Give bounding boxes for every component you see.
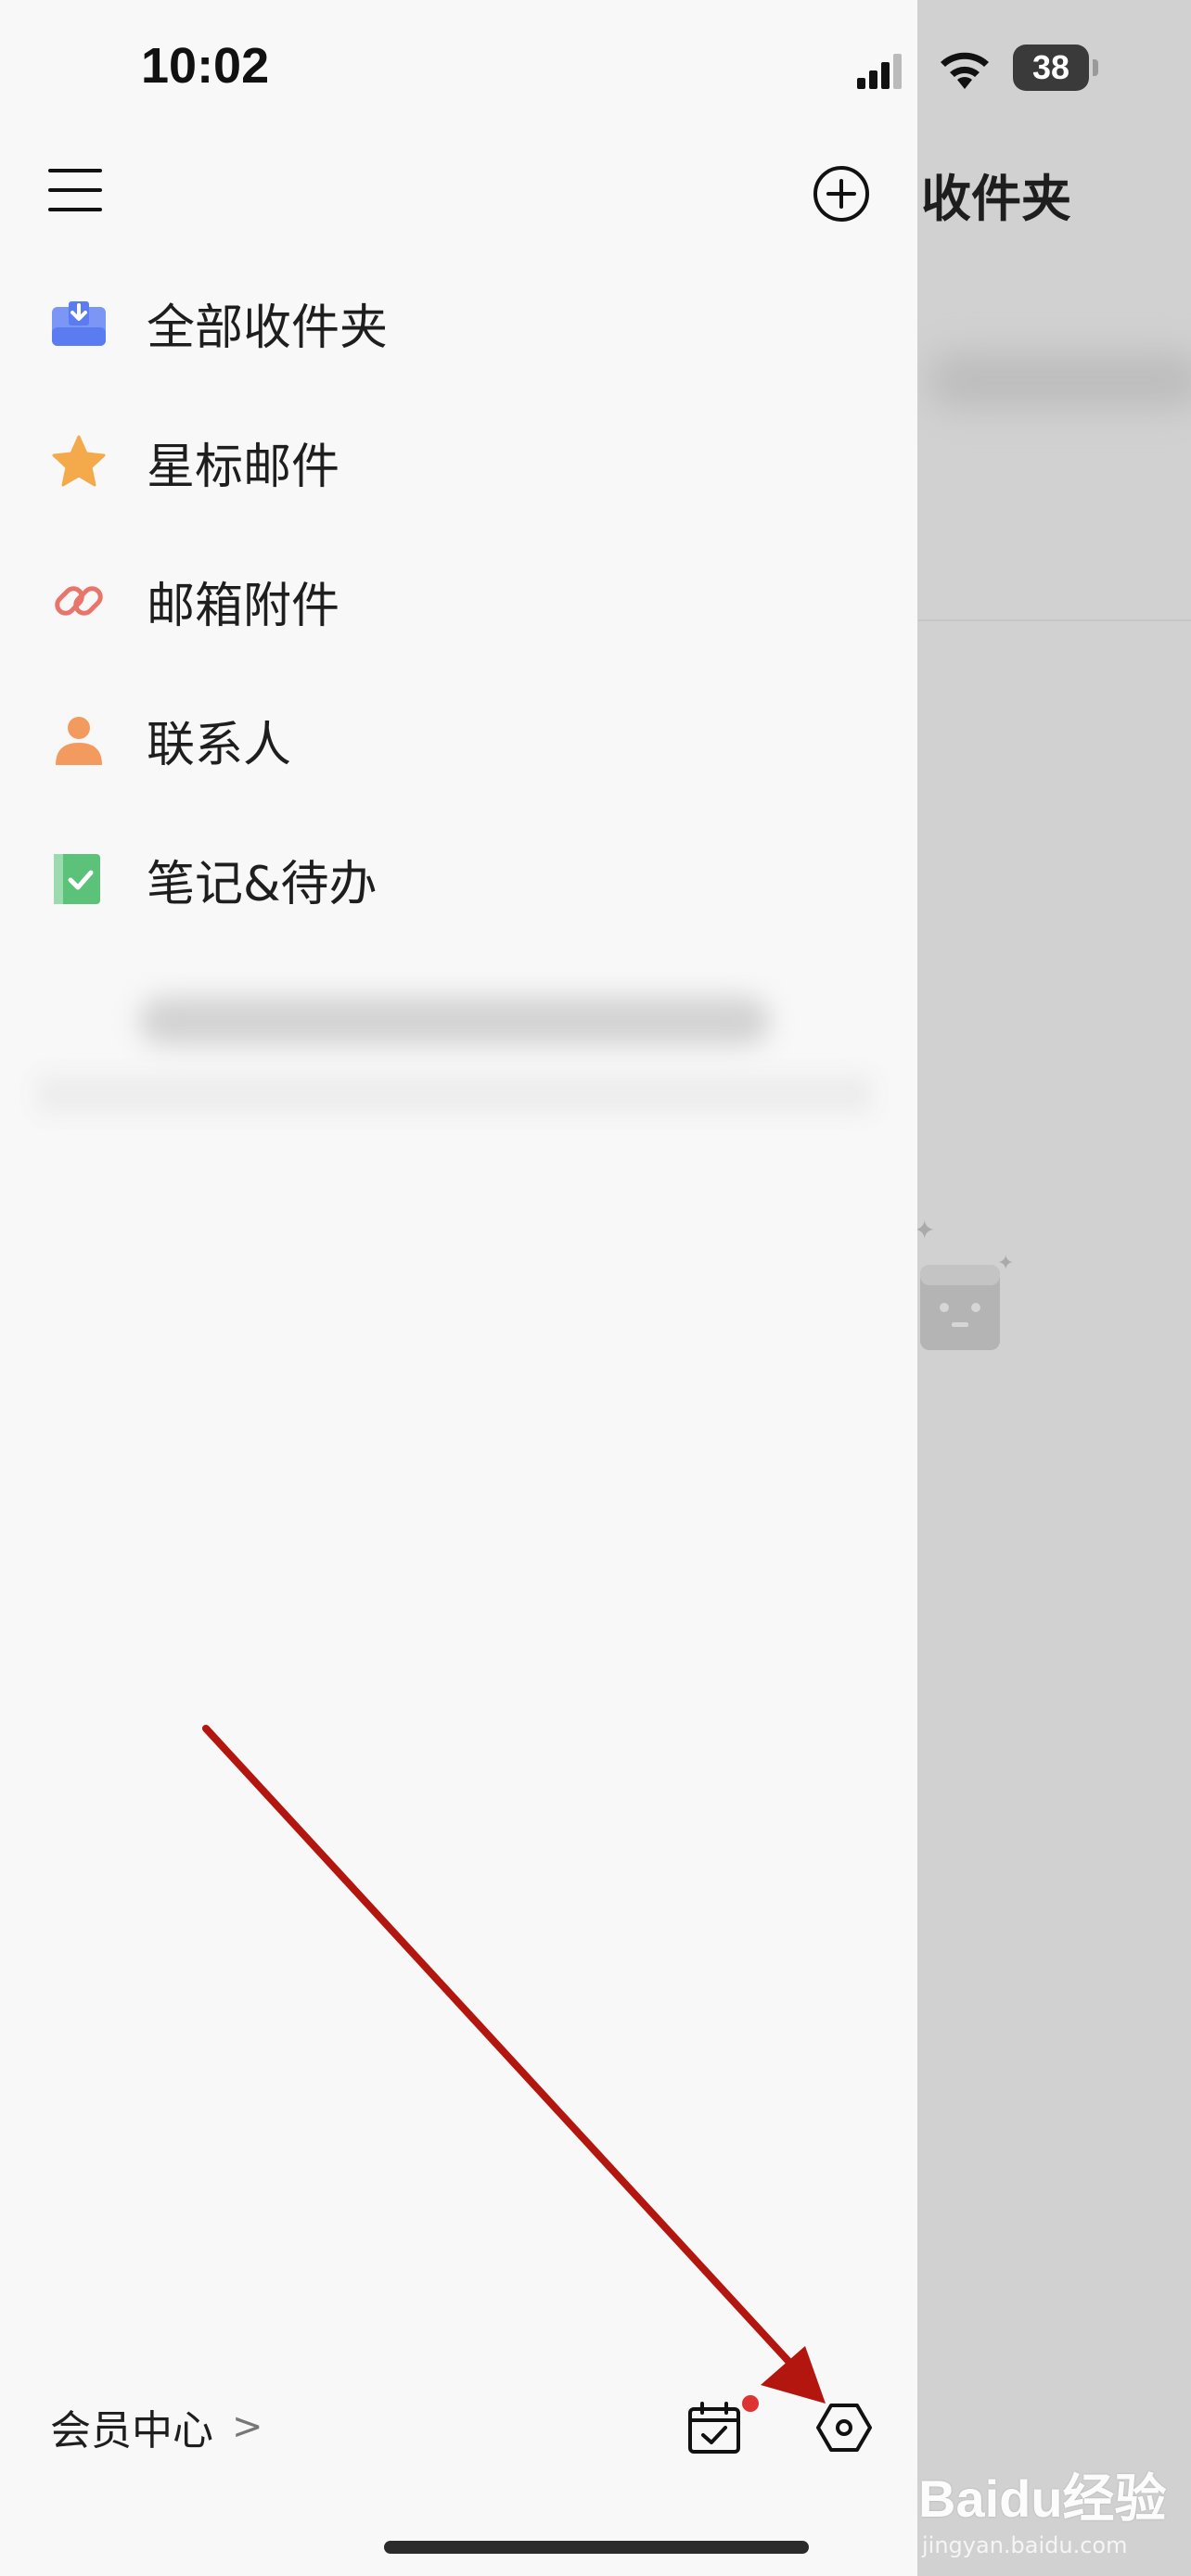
menu-item-attachments[interactable]: 邮箱附件 [50,564,339,638]
vip-center-label: 会员中心 [50,2407,213,2455]
star-icon [52,435,106,487]
note-check-icon [54,854,100,904]
menu-item-all-inboxes[interactable]: 全部收件夹 [50,286,388,360]
cellular-signal-icon [857,54,902,89]
main-page-title: 收件夹 [921,170,1071,228]
menu-item-label: 联系人 [147,717,292,773]
wifi-icon [941,52,989,89]
divider [918,619,1191,621]
menu-item-label: 邮箱附件 [147,578,340,634]
settings-gear-icon[interactable] [816,2400,872,2455]
blurred-mail-preview [928,352,1191,408]
calendar-check-icon[interactable] [686,2400,744,2457]
battery-indicator: 38 [1013,45,1089,91]
battery-nub [1093,59,1098,76]
menu-hamburger-icon[interactable] [48,169,102,213]
menu-item-starred[interactable]: 星标邮件 [50,425,339,499]
menu-item-label: 全部收件夹 [147,300,389,356]
blurred-account-email[interactable] [139,997,770,1045]
chevron-right-icon: > [232,2405,263,2448]
status-time: 10:02 [141,38,270,94]
watermark-text: Baidu经验 [918,2469,1167,2528]
watermark-url: jingyan.baidu.com [922,2532,1128,2558]
menu-item-label: 星标邮件 [147,439,340,495]
paperclip-icon [55,586,103,616]
notification-dot [742,2395,759,2412]
vip-center-link[interactable]: 会员中心 > [50,2397,263,2456]
inbox-tray-icon [52,301,106,346]
menu-item-label: 笔记&待办 [147,856,378,912]
side-drawer: 10:02 38 全部收件夹 星标邮件 邮箱附件 联系人 笔记&待办 会员中心 … [0,0,1098,2576]
menu-item-contacts[interactable]: 联系人 [50,703,291,777]
empty-inbox-illustration-icon [920,1265,1000,1350]
add-circle-icon[interactable] [813,165,870,223]
blurred-region [37,1076,872,1113]
home-indicator [384,2541,809,2554]
menu-item-notes-todo[interactable]: 笔记&待办 [50,842,378,916]
person-icon [56,717,102,765]
baidu-jingyan-watermark: Baidu经验 jingyan.baidu.com [918,2457,1191,2576]
